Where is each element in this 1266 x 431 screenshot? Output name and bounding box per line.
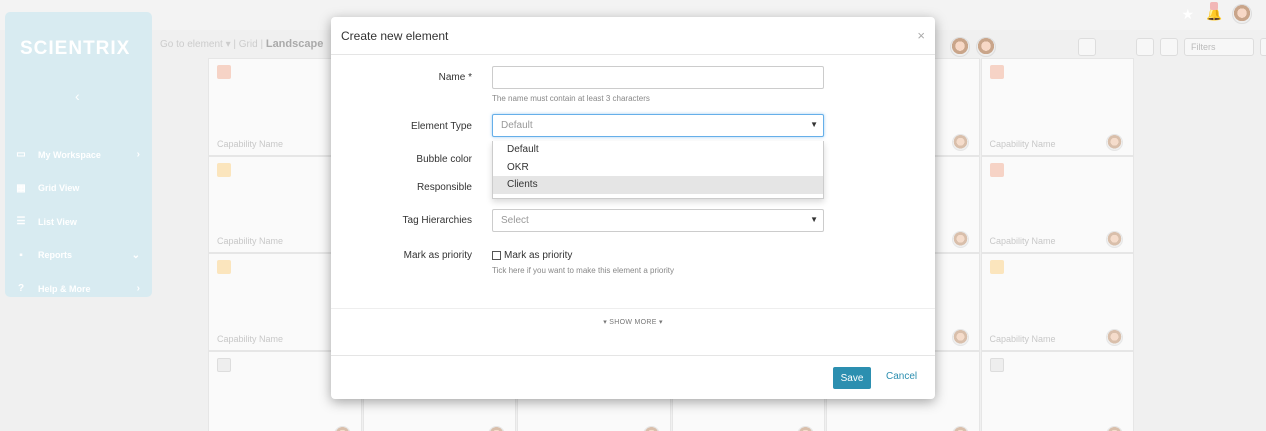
color-swatch	[989, 260, 1004, 274]
landscape-title: Landscape	[265, 38, 324, 50]
color-swatch	[217, 65, 231, 79]
avatar	[951, 231, 969, 248]
avatar	[1106, 328, 1123, 346]
chevron-down-icon: ⌄	[131, 249, 140, 261]
mark-priority-checkbox-label[interactable]: Mark as priority	[504, 250, 572, 261]
show-more-toggle[interactable]: ▾ SHOW MORE ▾	[331, 308, 935, 326]
element-card[interactable]: Capability Name	[980, 253, 1134, 351]
notification-badge	[1210, 2, 1218, 10]
element-type-label: Element Type	[411, 121, 472, 132]
toolbar-actions: Filters	[950, 37, 1266, 57]
caret-down-icon: ▼	[810, 120, 818, 129]
avatar	[488, 426, 505, 431]
color-swatch	[217, 357, 231, 372]
card-label: Capability Name	[989, 138, 1056, 149]
avatar[interactable]	[976, 37, 996, 57]
element-type-select[interactable]: Default ▼	[492, 114, 824, 137]
sidebar-item-grid-view[interactable]: ▦ Grid View	[5, 172, 152, 206]
sidebar-item-list-view[interactable]: ☰ List View	[5, 205, 152, 239]
chevron-left-icon[interactable]: ‹	[75, 88, 80, 104]
color-swatch	[217, 260, 231, 274]
view-toolbar: Go to element ▾ | Grid | Landscape	[160, 38, 323, 50]
modal-title: Create new element	[341, 29, 449, 43]
chevron-right-icon: ›	[136, 149, 140, 161]
create-element-modal: Create new element × Name * The name mus…	[331, 17, 935, 399]
star-icon[interactable]: ★	[1181, 6, 1194, 23]
close-icon[interactable]: ×	[917, 28, 925, 43]
goto-element-dropdown[interactable]: Go to element ▾	[160, 39, 231, 50]
avatar	[797, 426, 814, 431]
grid-icon: ▦	[16, 182, 26, 194]
avatar	[951, 328, 969, 346]
tag-hierarchies-placeholder: Select	[501, 215, 529, 226]
element-card[interactable]: Capability Name	[980, 350, 1134, 431]
cancel-button[interactable]: Cancel	[886, 371, 917, 382]
element-type-value: Default	[501, 120, 533, 131]
sidebar: SCIENTRIX ‹ ▭ My Workspace › ▦ Grid View…	[5, 12, 152, 297]
save-button[interactable]: Save	[833, 367, 871, 389]
sidebar-item-label: List View	[38, 216, 77, 227]
avatar[interactable]	[950, 37, 970, 57]
avatar	[1106, 133, 1123, 151]
card-label: Capability Name	[217, 236, 284, 246]
caret-down-icon: ▼	[810, 215, 818, 224]
option-default[interactable]: Default	[493, 141, 823, 159]
card-label: Capability Name	[989, 236, 1056, 246]
color-swatch	[989, 357, 1004, 372]
top-icons: ★ 🔔	[1181, 2, 1252, 24]
card-label: Capability Name	[217, 333, 284, 344]
avatar	[1106, 231, 1123, 248]
bell-icon[interactable]: 🔔	[1206, 2, 1222, 22]
copy-icon[interactable]	[1136, 38, 1154, 56]
sidebar-nav: ▭ My Workspace › ▦ Grid View ☰ List View…	[5, 138, 152, 306]
sidebar-item-label: Grid View	[38, 183, 80, 194]
sidebar-item-help[interactable]: ? Help & More ›	[5, 272, 152, 306]
name-label: Name *	[438, 72, 472, 83]
avatar	[951, 426, 969, 431]
chevron-right-icon: ›	[136, 283, 140, 295]
list-icon: ☰	[16, 216, 26, 228]
name-hint: The name must contain at least 3 charact…	[492, 94, 650, 103]
card-label: Capability Name	[217, 138, 284, 149]
priority-hint: Tick here if you want to make this eleme…	[492, 266, 674, 275]
briefcase-icon: ▪	[19, 249, 23, 261]
sidebar-item-label: Reports	[38, 250, 73, 261]
monitor-icon: ▭	[16, 149, 26, 161]
element-type-options: Default OKR Clients	[492, 141, 824, 199]
modal-header: Create new element ×	[331, 17, 935, 55]
modal-footer: Save Cancel	[331, 355, 935, 399]
tag-hierarchies-select[interactable]: Select ▼	[492, 209, 824, 232]
avatar	[1106, 426, 1123, 431]
card-label: Capability Name	[989, 333, 1056, 344]
sort-icon[interactable]	[1260, 38, 1266, 56]
sidebar-item-label: Help & More	[38, 283, 91, 294]
mark-priority-row[interactable]: Mark as priority	[492, 250, 572, 261]
color-swatch	[989, 65, 1004, 79]
tag-hierarchies-label: Tag Hierarchies	[402, 215, 472, 226]
avatar	[642, 426, 660, 431]
display-icon[interactable]	[1078, 38, 1096, 56]
mark-priority-checkbox[interactable]	[492, 251, 501, 260]
avatar	[951, 133, 969, 151]
avatar	[333, 426, 351, 431]
app-logo[interactable]: SCIENTRIX	[20, 38, 130, 60]
element-card[interactable]: Capability Name	[980, 58, 1134, 156]
bubble-color-label: Bubble color	[416, 154, 472, 165]
print-icon[interactable]	[1160, 38, 1178, 56]
option-clients[interactable]: Clients	[493, 176, 823, 194]
color-swatch	[989, 162, 1004, 177]
color-swatch	[217, 162, 231, 177]
help-icon: ?	[17, 283, 25, 295]
option-okr[interactable]: OKR	[493, 159, 823, 177]
sidebar-item-reports[interactable]: ▪ Reports ⌄	[5, 239, 152, 273]
name-input[interactable]	[492, 66, 824, 89]
sidebar-item-my-workspace[interactable]: ▭ My Workspace ›	[5, 138, 152, 172]
filters-button[interactable]: Filters	[1184, 38, 1254, 56]
user-avatar[interactable]	[1232, 4, 1252, 24]
mark-priority-label: Mark as priority	[403, 250, 472, 261]
toolbar-separator: | Grid |	[233, 39, 264, 50]
responsible-label: Responsible	[416, 182, 472, 193]
sidebar-item-label: My Workspace	[38, 149, 101, 160]
element-card[interactable]: Capability Name	[980, 155, 1134, 253]
